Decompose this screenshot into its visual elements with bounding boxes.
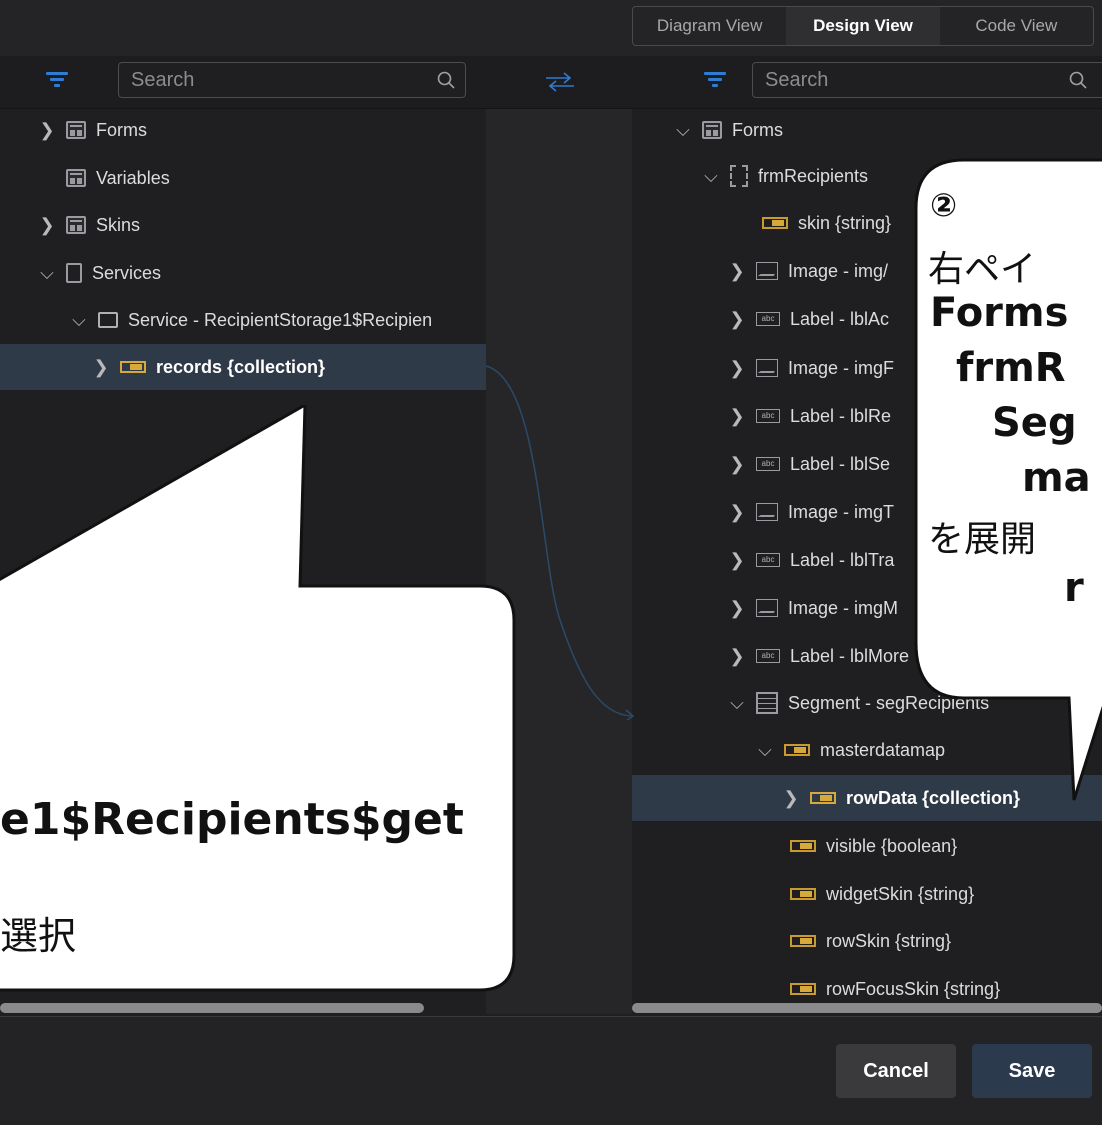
callout-right-line6: を展開 [928, 519, 1037, 560]
tree-item-label[interactable]: ❯ abc Label - lblTra [729, 537, 894, 583]
view-tabs: Diagram View Design View Code View [632, 6, 1094, 46]
image-icon [756, 503, 778, 521]
tree-item-skins[interactable]: ❯ Skins [39, 202, 140, 248]
tree-item-image[interactable]: ❯ Image - imgM [729, 585, 898, 631]
label-icon: abc [756, 312, 780, 326]
property-icon [784, 744, 810, 756]
chevron-right-icon[interactable]: ❯ [39, 215, 54, 236]
service-icon [66, 263, 82, 283]
label-icon: abc [756, 553, 780, 567]
cancel-button[interactable]: Cancel [836, 1044, 956, 1098]
tree-item-image[interactable]: ❯ Image - imgF [729, 345, 894, 391]
left-search-box [118, 62, 466, 98]
image-icon [756, 599, 778, 617]
left-horizontal-scrollbar[interactable] [0, 1003, 424, 1013]
chevron-right-icon[interactable]: ❯ [729, 550, 744, 571]
property-icon [762, 217, 788, 229]
left-callout-bubble [0, 405, 516, 992]
tree-item-label[interactable]: ❯ abc Label - lblRe [729, 393, 891, 439]
collection-icon [810, 792, 836, 804]
right-filter-icon[interactable] [704, 72, 726, 88]
label-icon: abc [756, 457, 780, 471]
tree-item-rowskin[interactable]: rowSkin {string} [790, 918, 951, 964]
tree-item-frmrecipients[interactable]: ⌵ frmRecipients [704, 153, 868, 199]
forms-icon [66, 216, 86, 234]
right-horizontal-scrollbar[interactable] [632, 1003, 1102, 1013]
chevron-down-icon[interactable]: ⌵ [704, 166, 718, 187]
segment-icon [756, 692, 778, 714]
tree-item-skin[interactable]: skin {string} [762, 200, 891, 246]
form-icon [730, 165, 748, 187]
tree-item-label[interactable]: ❯ abc Label - lblSe [729, 441, 890, 487]
property-icon [790, 935, 816, 947]
chevron-right-icon[interactable]: ❯ [729, 261, 744, 282]
tab-diagram-view[interactable]: Diagram View [633, 7, 786, 45]
left-search-input[interactable] [129, 67, 437, 93]
label-icon: abc [756, 409, 780, 423]
chevron-down-icon[interactable]: ⌵ [676, 120, 690, 141]
folder-icon [98, 312, 118, 328]
property-icon [790, 888, 816, 900]
callout-right-line5: ma [1022, 455, 1091, 501]
callout-right-line2: Forms [930, 290, 1069, 336]
search-icon[interactable] [437, 71, 455, 89]
chevron-right-icon[interactable]: ❯ [93, 357, 108, 378]
tree-item-records[interactable]: ❯ records {collection} [0, 344, 486, 390]
chevron-right-icon[interactable]: ❯ [729, 358, 744, 379]
chevron-right-icon[interactable]: ❯ [729, 502, 744, 523]
forms-icon [66, 169, 86, 187]
callout-right-line3: frmR [956, 345, 1066, 391]
forms-icon [66, 121, 86, 139]
tree-item-widgetskin[interactable]: widgetSkin {string} [790, 871, 974, 917]
callout-right-line7: r [1064, 565, 1084, 611]
callout-right-line1: 右ペイ [928, 249, 1037, 290]
image-icon [756, 359, 778, 377]
right-search-box [752, 62, 1102, 98]
label-icon: abc [756, 649, 780, 663]
search-icon[interactable] [1069, 71, 1087, 89]
callout-left-line2: 選択 [0, 914, 77, 958]
property-icon [790, 983, 816, 995]
tree-item-label[interactable]: ❯ abc Label - lblAc [729, 296, 889, 342]
chevron-down-icon[interactable]: ⌵ [72, 310, 86, 331]
property-icon [790, 840, 816, 852]
image-icon [756, 262, 778, 280]
right-search-input[interactable] [763, 67, 1069, 93]
chevron-down-icon[interactable]: ⌵ [730, 693, 744, 714]
chevron-right-icon[interactable]: ❯ [729, 454, 744, 475]
chevron-down-icon[interactable]: ⌵ [758, 740, 772, 761]
tab-design-view[interactable]: Design View [786, 7, 940, 45]
tree-item-forms[interactable]: ⌵ Forms [676, 107, 783, 153]
collection-icon [120, 361, 146, 373]
chevron-right-icon[interactable]: ❯ [39, 120, 54, 141]
forms-icon [702, 121, 722, 139]
callout-step-number: ② [930, 186, 958, 224]
tab-code-view[interactable]: Code View [940, 7, 1093, 45]
chevron-down-icon[interactable]: ⌵ [40, 263, 54, 284]
save-button[interactable]: Save [972, 1044, 1092, 1098]
callout-right-line4: Seg [992, 400, 1077, 446]
left-filter-icon[interactable] [46, 72, 68, 88]
chevron-right-icon[interactable]: ❯ [729, 309, 744, 330]
tree-item-image[interactable]: ❯ Image - imgT [729, 489, 894, 535]
tree-item-variables[interactable]: Variables [66, 155, 170, 201]
chevron-right-icon[interactable]: ❯ [729, 406, 744, 427]
chevron-right-icon[interactable]: ❯ [783, 788, 798, 809]
tree-item-services[interactable]: ⌵ Services [40, 250, 161, 296]
tree-item-forms[interactable]: ❯ Forms [39, 107, 147, 153]
chevron-right-icon[interactable]: ❯ [729, 598, 744, 619]
tree-item-visible[interactable]: visible {boolean} [790, 823, 957, 869]
map-arrows-icon[interactable] [544, 72, 576, 92]
tree-item-service[interactable]: ⌵ Service - RecipientStorage1$Recipien [72, 297, 432, 343]
chevron-right-icon[interactable]: ❯ [729, 646, 744, 667]
tree-item-label[interactable]: ❯ abc Label - lblMore [729, 633, 909, 679]
tree-item-image[interactable]: ❯ Image - img/ [729, 248, 888, 294]
callout-left-line1: e1$Recipients$get [0, 794, 464, 845]
